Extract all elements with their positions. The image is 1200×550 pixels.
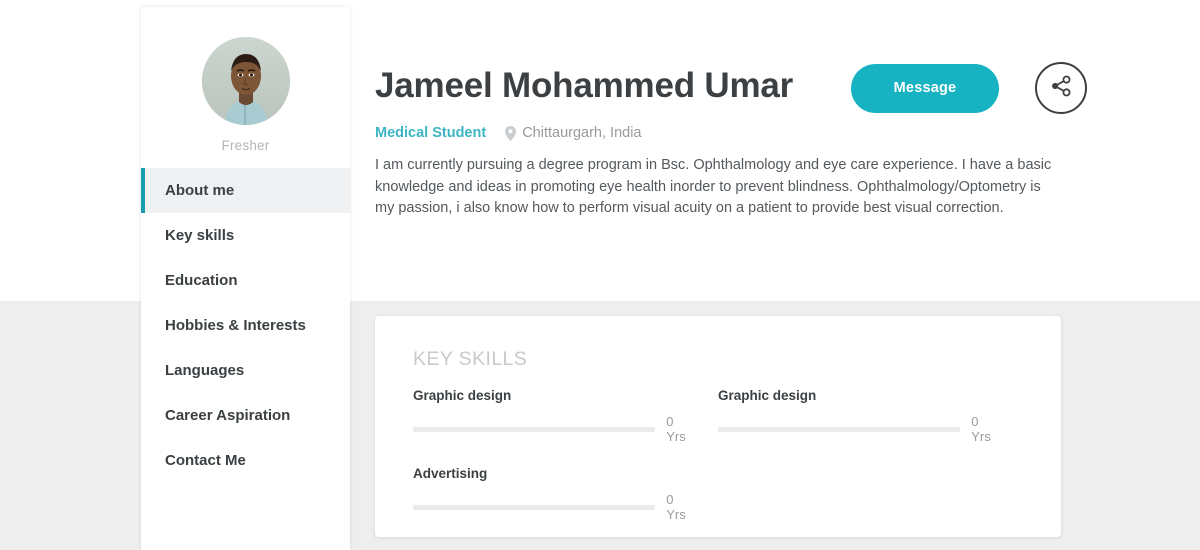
key-skills-card: KEY SKILLS Graphic design 0 Yrs Graphic … (375, 316, 1061, 537)
sidebar-item-key-skills[interactable]: Key skills (141, 213, 350, 258)
sidebar-item-education[interactable]: Education (141, 258, 350, 303)
sidebar-item-label: Education (165, 272, 238, 289)
profile-actions: Message (851, 62, 1087, 114)
avatar-caption: Fresher (221, 138, 270, 153)
skill-row: 0 Yrs (718, 414, 1001, 444)
sidebar-item-label: Key skills (165, 227, 235, 244)
sidebar-item-label: Career Aspiration (165, 407, 291, 424)
skill-name: Graphic design (413, 388, 512, 403)
skill-item: Advertising 0 Yrs (413, 466, 718, 522)
profile-photo-icon (201, 37, 290, 125)
profile-location: Chittaurgarh, India (522, 125, 642, 141)
profile-sidebar: Fresher About me Key skills Education Ho… (141, 7, 350, 550)
sidebar-item-label: Contact Me (165, 452, 246, 469)
profile-header: Jameel Mohammed Umar Medical Student Chi… (375, 7, 1075, 234)
skill-item: Graphic design 0 Yrs (413, 388, 718, 444)
sidebar-item-label: Hobbies & Interests (165, 317, 306, 334)
page-title: Jameel Mohammed Umar (375, 66, 794, 105)
skill-name: Advertising (413, 466, 488, 481)
sidebar-item-career-aspiration[interactable]: Career Aspiration (141, 393, 350, 438)
sidebar-item-label: Languages (165, 362, 245, 379)
skill-years: 0 Yrs (666, 492, 686, 522)
skill-progress-bar (413, 426, 656, 432)
key-skills-grid: Graphic design 0 Yrs Graphic design 0 Yr… (375, 388, 1061, 544)
skill-row: 0 Yrs (413, 414, 696, 444)
skill-name: Graphic design (718, 388, 817, 403)
skill-progress-bar (413, 504, 656, 510)
skill-progress-bar (718, 426, 961, 432)
skill-years: 0 Yrs (971, 414, 991, 444)
skill-row: 0 Yrs (413, 492, 696, 522)
profile-role: Medical Student (375, 125, 487, 141)
message-button[interactable]: Message (851, 63, 999, 113)
sidebar-item-contact-me[interactable]: Contact Me (141, 438, 350, 483)
skill-item: Graphic design 0 Yrs (718, 388, 1023, 444)
key-skills-title: KEY SKILLS (413, 348, 528, 370)
sidebar-item-hobbies-interests[interactable]: Hobbies & Interests (141, 303, 350, 348)
sidebar-item-languages[interactable]: Languages (141, 348, 350, 393)
profile-meta: Medical Student Chittaurgarh, India (375, 125, 1075, 141)
sidebar-item-about-me[interactable]: About me (141, 168, 350, 213)
profile-bio: I am currently pursuing a degree program… (375, 157, 1052, 216)
share-button[interactable] (1035, 62, 1087, 114)
avatar-block: Fresher (141, 7, 350, 153)
share-nodes-icon (1050, 75, 1072, 102)
skill-years: 0 Yrs (666, 414, 686, 444)
sidebar-item-label: About me (165, 182, 235, 199)
avatar (201, 37, 290, 125)
map-pin-icon (505, 125, 517, 141)
sidebar-nav: About me Key skills Education Hobbies & … (141, 168, 350, 483)
